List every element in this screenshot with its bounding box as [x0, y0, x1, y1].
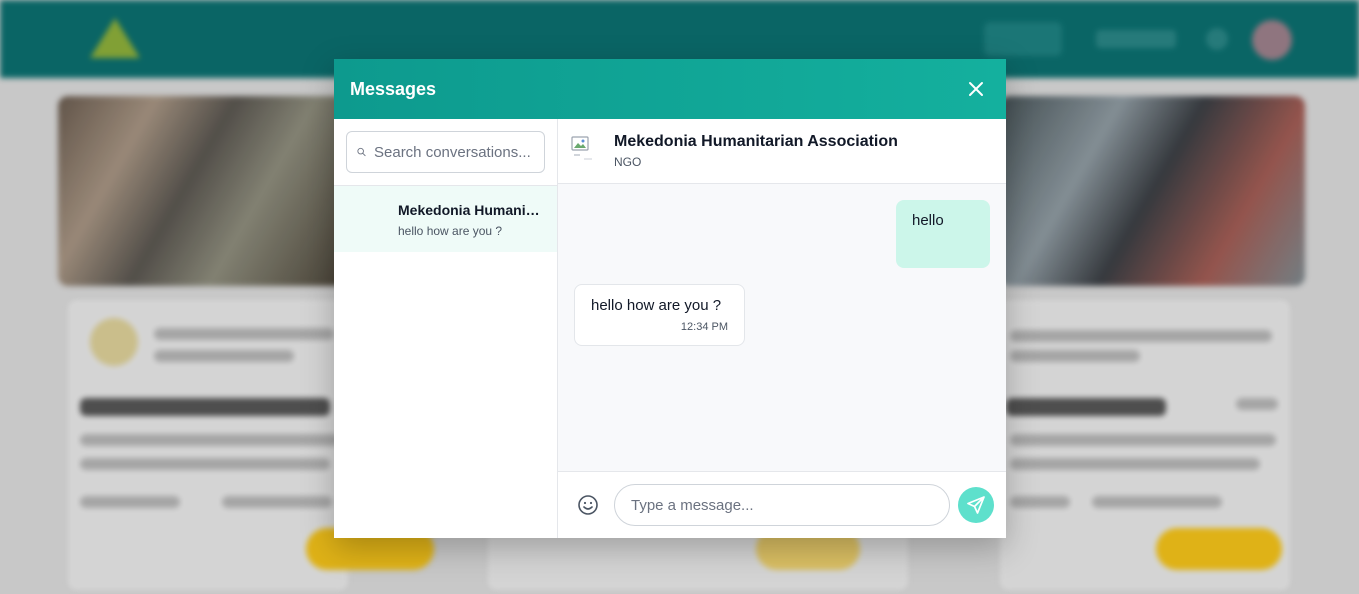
broken-image-icon [571, 136, 592, 160]
conversation-name: Mekedonia Humanitarian Association [398, 202, 544, 218]
close-icon [969, 82, 983, 96]
send-button[interactable] [958, 487, 994, 523]
chat-pane: Mekedonia Humanitarian Association NGO h… [558, 119, 1006, 538]
send-icon [967, 496, 985, 514]
contact-type: NGO [614, 155, 642, 169]
modal-header: Messages [334, 59, 1006, 119]
outgoing-message: hello [896, 200, 990, 268]
message-text: hello [912, 212, 944, 229]
emoji-button[interactable] [570, 487, 606, 523]
search-icon [357, 147, 366, 157]
message-list: hello hello how are you ? 12:34 PM [558, 184, 1006, 471]
conversation-item[interactable]: Mekedonia Humanitarian Association hello… [334, 186, 557, 252]
emoji-icon [578, 495, 598, 515]
search-container [334, 119, 557, 186]
messages-modal: Messages Mekedonia Humanitarian Associat… [334, 59, 1006, 538]
message-input[interactable] [614, 484, 950, 526]
search-input[interactable] [374, 143, 534, 161]
chat-header: Mekedonia Humanitarian Association NGO [558, 119, 1006, 184]
message-composer [558, 471, 1006, 538]
contact-avatar [570, 134, 604, 168]
conversation-preview: hello how are you ? [398, 224, 503, 238]
modal-title: Messages [350, 78, 437, 99]
message-timestamp: 12:34 PM [680, 321, 728, 333]
message-text: hello how are you ? [591, 297, 722, 314]
incoming-message: hello how are you ? 12:34 PM [574, 284, 745, 346]
conversation-sidebar: Mekedonia Humanitarian Association hello… [334, 119, 558, 538]
search-box[interactable] [346, 131, 545, 173]
modal-body: Mekedonia Humanitarian Association hello… [334, 119, 1006, 538]
contact-name: Mekedonia Humanitarian Association [614, 133, 898, 150]
contact-info: Mekedonia Humanitarian Association NGO [614, 133, 898, 169]
close-button[interactable] [962, 75, 990, 103]
